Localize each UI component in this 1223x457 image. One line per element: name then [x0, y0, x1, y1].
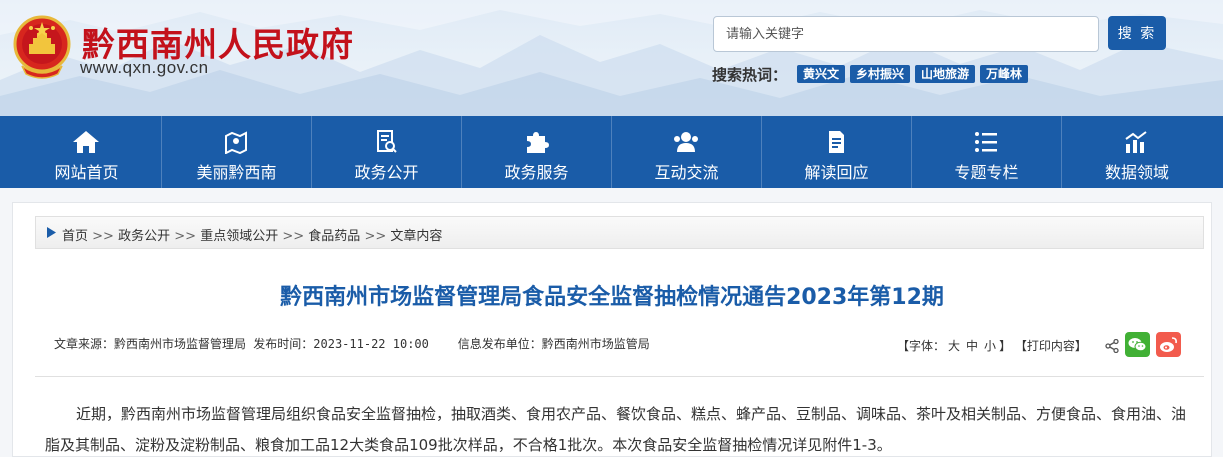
hot-search-tags: 黄兴文 乡村振兴 山地旅游 万峰林 — [797, 65, 1029, 83]
article-body: 近期，黔西南州市场监督管理局组织食品安全监督抽检，抽取酒类、食用农产品、餐饮食品… — [45, 405, 1187, 454]
breadcrumb-separator: >> — [282, 229, 305, 244]
chart-icon — [1125, 131, 1147, 153]
hot-tag[interactable]: 山地旅游 — [915, 65, 976, 83]
breadcrumb: 首页 >> 政务公开 >> 重点领域公开 >> 食品药品 >> 文章内容 — [35, 216, 1204, 249]
nav-label: 解读回应 — [804, 163, 869, 182]
nav-item-topics[interactable]: 专题专栏 — [912, 116, 1062, 188]
nav-item-beautiful-qxn[interactable]: 美丽黔西南 — [162, 116, 312, 188]
print-button[interactable]: 【打印内容】 — [1015, 339, 1087, 353]
breadcrumb-separator: >> — [364, 229, 387, 244]
font-small-button[interactable]: 小 — [984, 339, 996, 353]
nav-label: 网站首页 — [54, 163, 119, 182]
nav-label: 政务公开 — [354, 163, 419, 182]
font-large-button[interactable]: 大 — [948, 339, 960, 353]
nav-label: 数据领域 — [1104, 163, 1169, 182]
search-input[interactable] — [713, 16, 1099, 52]
arrow-right-icon — [47, 227, 56, 238]
national-emblem-logo — [13, 15, 71, 79]
breadcrumb-separator: >> — [92, 229, 114, 244]
hot-tag[interactable]: 黄兴文 — [797, 65, 846, 83]
home-icon — [73, 131, 99, 153]
puzzle-icon — [527, 132, 549, 153]
font-size-close: 】 — [999, 339, 1012, 353]
time-value: 2023-11-22 10:00 — [313, 337, 429, 351]
nav-label: 美丽黔西南 — [196, 163, 277, 182]
breadcrumb-item-food-drug[interactable]: 食品药品 — [308, 229, 360, 244]
nav-item-home[interactable]: 网站首页 — [12, 116, 162, 188]
nav-bar-edge — [0, 116, 12, 188]
share-icon[interactable] — [1105, 339, 1119, 353]
nav-item-interpretation[interactable]: 解读回应 — [762, 116, 912, 188]
source-label: 文章来源： — [54, 337, 115, 351]
weibo-share-button[interactable] — [1156, 332, 1181, 357]
time-label: 发布时间： — [253, 337, 314, 351]
wechat-share-button[interactable] — [1125, 332, 1150, 357]
breadcrumb-trail: 首页 >> 政务公开 >> 重点领域公开 >> 食品药品 >> 文章内容 — [62, 225, 442, 244]
breadcrumb-item-key-areas[interactable]: 重点领域公开 — [200, 229, 278, 244]
font-medium-button[interactable]: 中 — [966, 339, 978, 353]
file-icon — [829, 131, 844, 153]
nav-label: 专题专栏 — [954, 163, 1019, 182]
nav-label: 政务服务 — [504, 163, 569, 182]
site-url: www.qxn.gov.cn — [80, 58, 209, 77]
hot-search-label: 搜索热词： — [712, 66, 788, 84]
breadcrumb-item-current: 文章内容 — [390, 229, 443, 244]
map-icon — [225, 131, 247, 154]
search-button[interactable]: 搜 索 — [1108, 16, 1166, 50]
nav-label: 互动交流 — [654, 163, 719, 182]
breadcrumb-item-home[interactable]: 首页 — [62, 229, 88, 244]
nav-item-gov-service[interactable]: 政务服务 — [462, 116, 612, 188]
article-meta: 文章来源：黔西南州市场监督管理局 发布时间：2023-11-22 10:00 信… — [54, 335, 650, 352]
publisher-label: 信息发布单位： — [457, 337, 542, 351]
article-tools: 【字体：大中小】 【打印内容】 — [897, 337, 1087, 354]
publisher-value: 黔西南州市场监管局 — [541, 337, 650, 351]
weibo-icon — [1160, 337, 1177, 352]
nav-item-interaction[interactable]: 互动交流 — [612, 116, 762, 188]
main-nav: 网站首页 美丽黔西南 政务公开 政务服务 互动交流 解读回应 专题专栏 数据领域 — [12, 116, 1212, 188]
article-content: 首页 >> 政务公开 >> 重点领域公开 >> 食品药品 >> 文章内容 黔西南… — [12, 202, 1212, 457]
content-divider — [35, 376, 1204, 377]
article-title: 黔西南州市场监督管理局食品安全监督抽检情况通告2023年第12期 — [280, 285, 944, 310]
people-icon — [674, 132, 698, 152]
font-size-label: 【字体： — [897, 339, 946, 353]
wechat-icon — [1128, 338, 1147, 352]
nav-item-gov-affairs[interactable]: 政务公开 — [312, 116, 462, 188]
hot-tag[interactable]: 乡村振兴 — [850, 65, 911, 83]
nav-bar-edge — [1212, 116, 1223, 188]
site-header: 黔西南州人民政府 www.qxn.gov.cn 搜 索 搜索热词： 黄兴文 乡村… — [0, 0, 1223, 116]
breadcrumb-separator: >> — [174, 229, 197, 244]
list-icon — [975, 132, 997, 152]
breadcrumb-item-gov-affairs[interactable]: 政务公开 — [118, 229, 170, 244]
source-value: 黔西南州市场监督管理局 — [114, 337, 247, 351]
hot-tag[interactable]: 万峰林 — [980, 65, 1029, 83]
nav-item-data[interactable]: 数据领域 — [1062, 116, 1212, 188]
document-search-icon — [377, 130, 397, 153]
